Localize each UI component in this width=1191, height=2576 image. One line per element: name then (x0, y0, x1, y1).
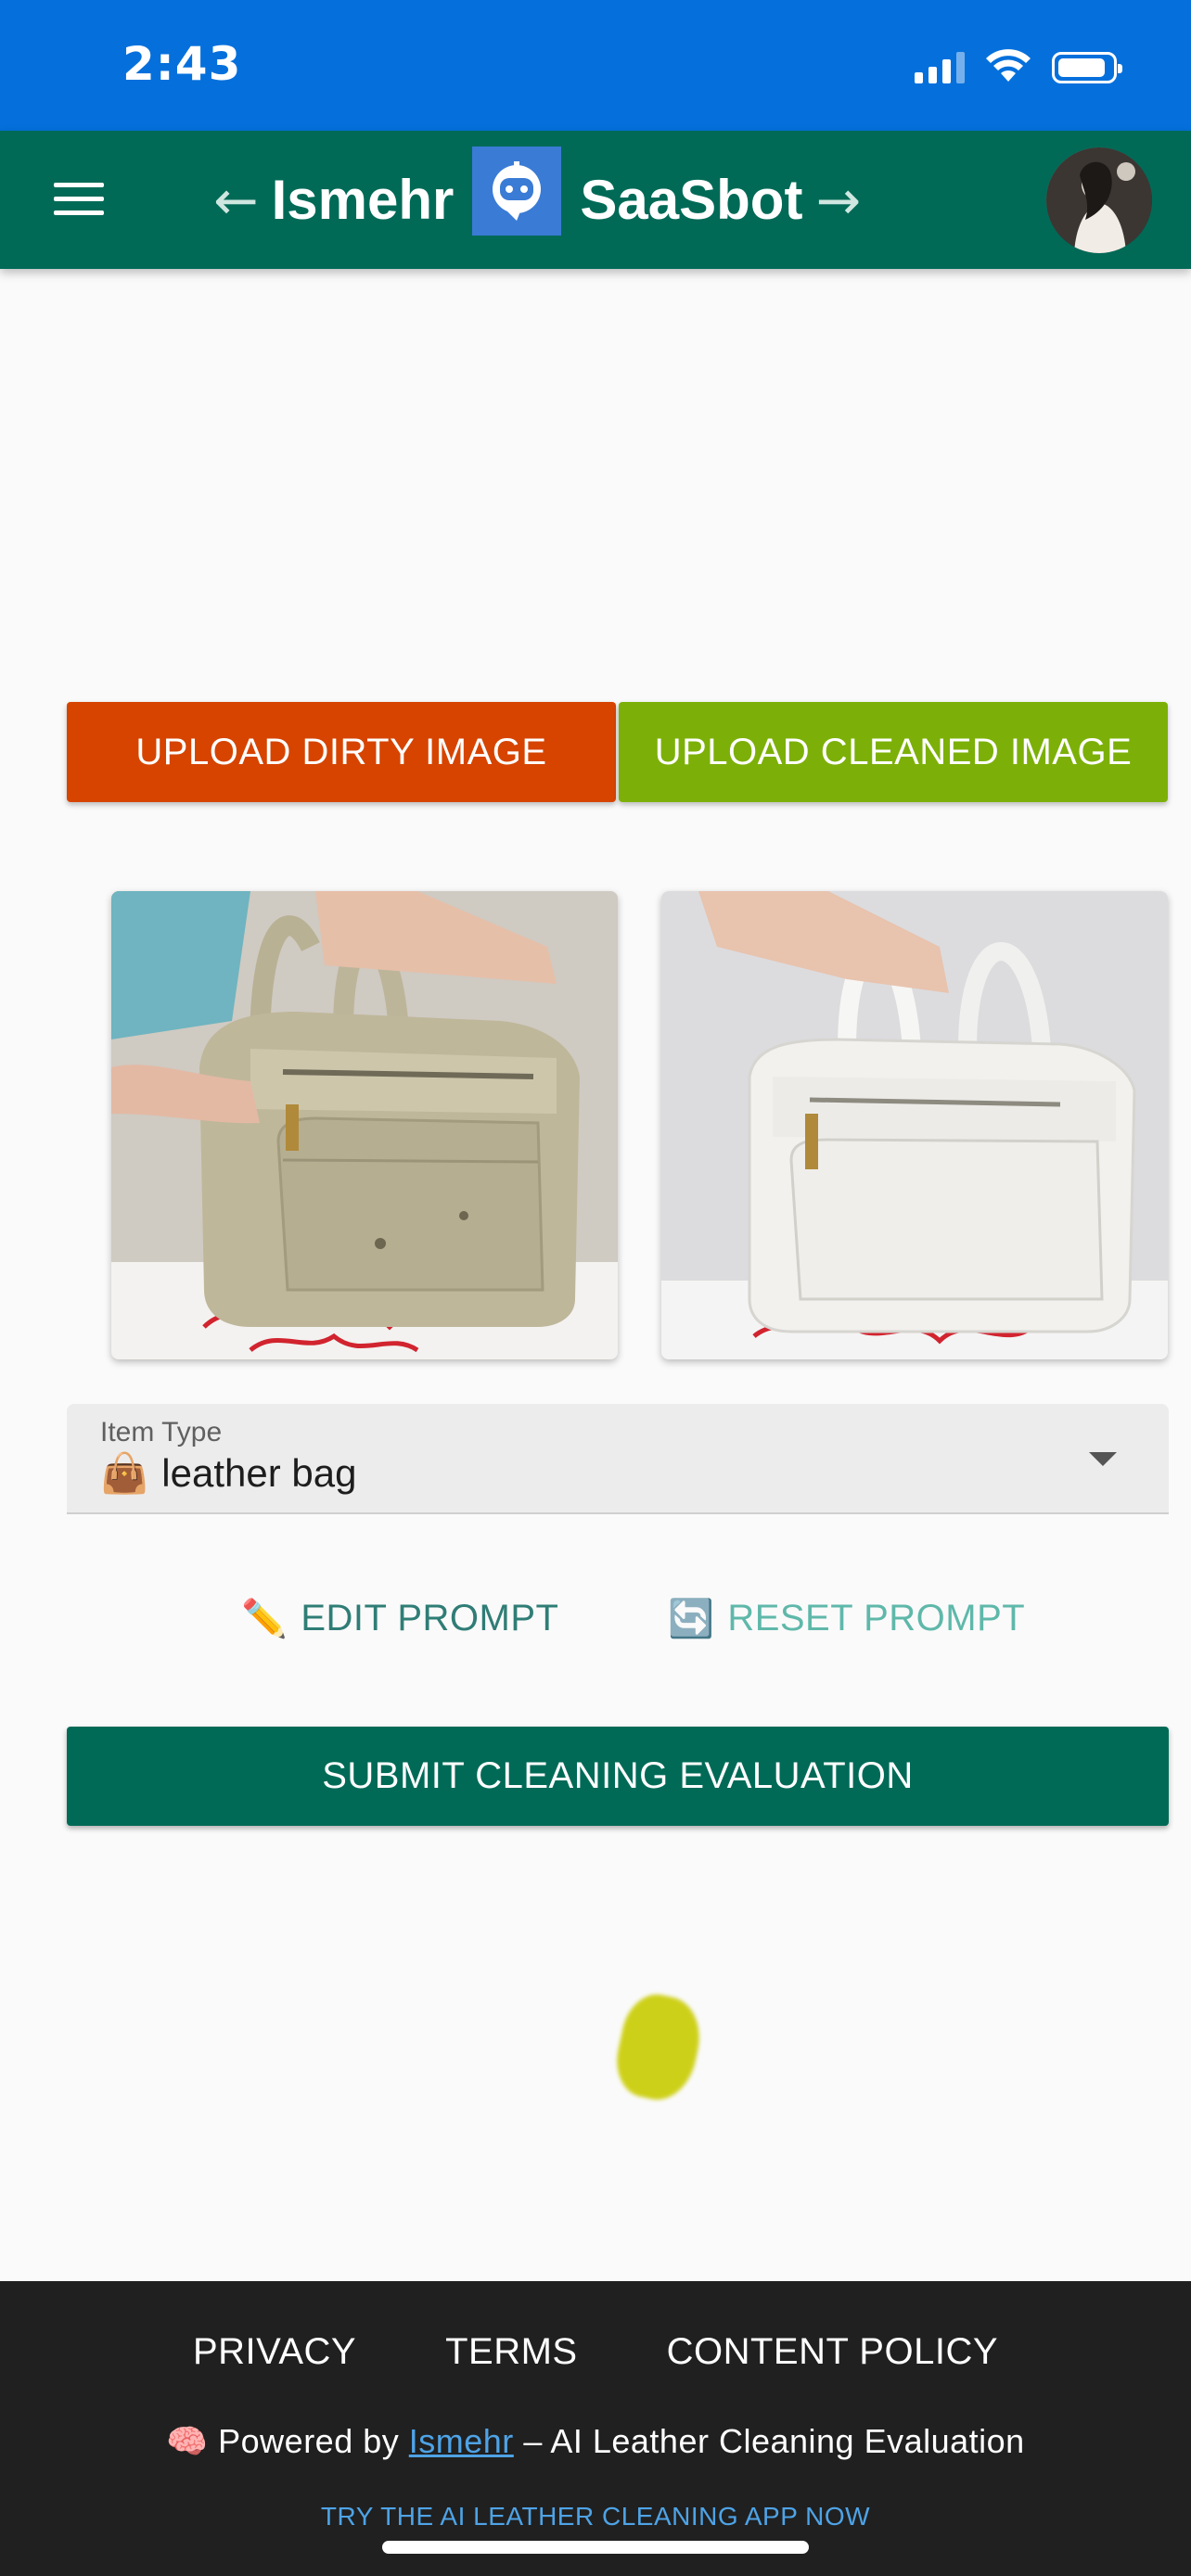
app-bar: ← Ismehr SaaSbot → (0, 131, 1191, 269)
brain-icon: 🧠 (166, 2423, 209, 2461)
try-app-link[interactable]: TRY THE AI LEATHER CLEANING APP NOW (0, 2502, 1191, 2531)
footer: PRIVACY TERMS CONTENT POLICY 🧠 Powered b… (0, 2281, 1191, 2576)
back-arrow-icon[interactable]: ← (213, 169, 259, 232)
reset-prompt-label: RESET PROMPT (727, 1598, 1026, 1639)
home-indicator[interactable] (382, 2541, 809, 2554)
hamburger-menu-icon[interactable] (54, 183, 104, 216)
content-policy-link[interactable]: CONTENT POLICY (667, 2331, 998, 2373)
forward-arrow-icon[interactable]: → (815, 169, 861, 232)
terms-link[interactable]: TERMS (445, 2331, 578, 2373)
footer-links: PRIVACY TERMS CONTENT POLICY (0, 2331, 1191, 2373)
upload-cleaned-image-button[interactable]: UPLOAD CLEANED IMAGE (619, 702, 1168, 802)
avatar[interactable] (1046, 147, 1152, 253)
item-type-value-text: leather bag (161, 1451, 357, 1495)
reset-prompt-button[interactable]: 🔄 RESET PROMPT (668, 1597, 1025, 1640)
handbag-icon: 👜 (100, 1450, 149, 1496)
dirty-image-preview (111, 891, 618, 1359)
brand-name-right: SaaSbot (580, 169, 803, 231)
powered-prefix: Powered by (218, 2422, 400, 2460)
status-time: 2:43 (122, 37, 242, 91)
loading-spinner-icon (609, 1988, 708, 2107)
status-icons (915, 48, 1122, 83)
submit-cleaning-evaluation-button[interactable]: SUBMIT CLEANING EVALUATION (67, 1727, 1169, 1826)
item-type-label: Item Type (100, 1417, 223, 1447)
robot-logo-icon (472, 146, 562, 236)
edit-prompt-button[interactable]: ✏️ EDIT PROMPT (241, 1597, 558, 1640)
refresh-icon: 🔄 (668, 1598, 715, 1640)
brand-title: ← Ismehr SaaSbot → (213, 131, 861, 269)
item-type-select[interactable]: Item Type 👜 leather bag (67, 1404, 1169, 1514)
ismehr-link[interactable]: Ismehr (409, 2422, 514, 2460)
edit-prompt-label: EDIT PROMPT (301, 1598, 559, 1639)
dropdown-caret-icon[interactable] (1089, 1452, 1117, 1466)
pencil-icon: ✏️ (241, 1598, 288, 1640)
cellular-signal-icon (915, 52, 965, 83)
item-type-value: 👜 leather bag (100, 1450, 356, 1497)
status-bar: 2:43 (0, 0, 1191, 131)
brand-name-left: Ismehr (271, 169, 455, 231)
powered-by-text: 🧠 Powered by Ismehr – AI Leather Cleanin… (0, 2422, 1191, 2461)
wifi-icon (986, 49, 1031, 82)
cleaned-image-preview (661, 891, 1168, 1359)
powered-suffix: – AI Leather Cleaning Evaluation (523, 2422, 1025, 2460)
battery-icon (1052, 52, 1122, 83)
upload-dirty-image-button[interactable]: UPLOAD DIRTY IMAGE (67, 702, 616, 802)
privacy-link[interactable]: PRIVACY (193, 2331, 356, 2373)
